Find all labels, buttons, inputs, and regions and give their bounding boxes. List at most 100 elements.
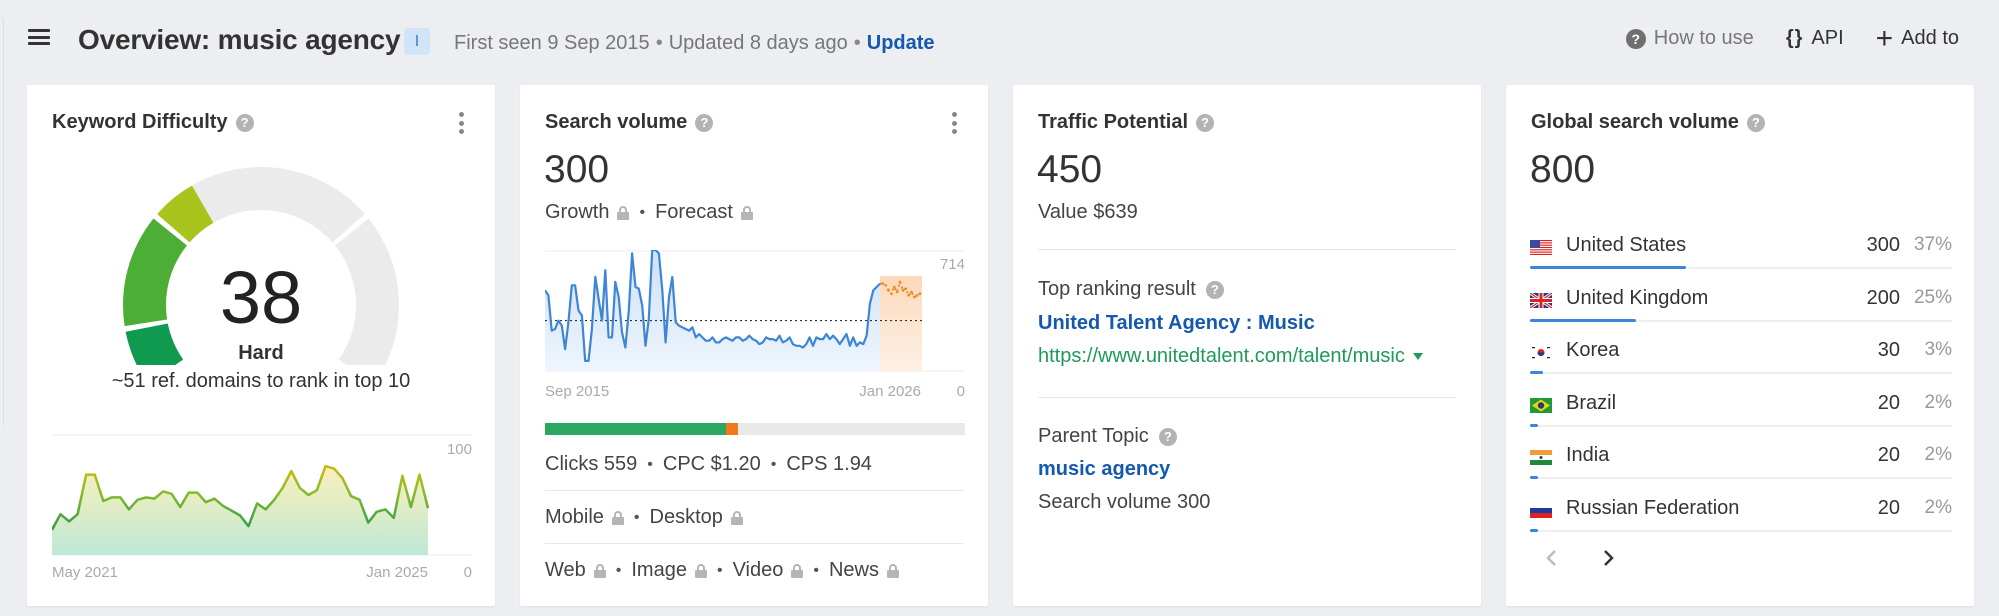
keyword-difficulty-title: Keyword Difficulty — [52, 111, 228, 133]
help-icon[interactable]: ? — [695, 113, 714, 132]
mobile-label[interactable]: Mobile — [545, 506, 604, 529]
kd-area-fill — [52, 466, 428, 555]
braces-icon: {} — [1785, 27, 1804, 49]
x-tick-start: May 2021 — [52, 564, 118, 581]
chevron-right-icon[interactable] — [1600, 547, 1616, 569]
traffic-potential-title: Traffic Potential — [1038, 111, 1189, 133]
add-to-button[interactable]: + Add to — [1875, 21, 1959, 55]
forecast-point — [898, 280, 902, 284]
search-volume-chart: 714 Sep 2015 Jan 2026 0 — [545, 250, 965, 400]
help-icon[interactable]: ? — [235, 113, 254, 132]
kd-score: 38 — [219, 256, 303, 339]
cps-value: CPS 1.94 — [786, 453, 872, 475]
share-bar-fill — [1530, 266, 1687, 269]
api-button[interactable]: {} API — [1786, 27, 1844, 50]
country-share: 2% — [1924, 496, 1952, 518]
x-tick-start: Sep 2015 — [545, 383, 609, 400]
image-label[interactable]: Image — [631, 559, 687, 582]
api-label: API — [1811, 27, 1844, 49]
growth-label[interactable]: Growth — [545, 201, 609, 224]
organic-clicks-segment — [545, 423, 726, 435]
hamburger-menu-icon[interactable] — [28, 27, 50, 47]
lock-icon — [730, 510, 743, 525]
global-search-volume-card: Global search volume ? 800 United States… — [1506, 85, 1974, 606]
chevron-left-icon[interactable] — [1544, 547, 1560, 569]
forecast-point — [918, 292, 922, 295]
search-volume-card: Search volume ? 300 Growth • Forecast 71… — [520, 85, 988, 606]
flag-kr-icon — [1530, 345, 1552, 360]
x-tick-end: Jan 2025 — [366, 564, 428, 581]
share-bar-fill — [1530, 318, 1636, 322]
top-ranking-url[interactable]: https://www.unitedtalent.com/talent/musi… — [1038, 345, 1423, 368]
forecast-point — [901, 289, 905, 292]
top-ranking-url-text[interactable]: https://www.unitedtalent.com/talent/musi… — [1038, 345, 1405, 367]
paid-clicks-segment — [725, 423, 739, 435]
caret-down-icon[interactable] — [1412, 353, 1423, 361]
desktop-label[interactable]: Desktop — [650, 506, 723, 529]
country-row[interactable]: Korea 30 3% — [1530, 332, 1952, 385]
search-volume-title: Search volume — [545, 111, 688, 133]
how-to-use-button[interactable]: ? How to use — [1625, 27, 1754, 50]
country-row[interactable]: Brazil 20 2% — [1530, 385, 1952, 438]
forecast-point — [910, 290, 913, 294]
help-icon[interactable]: ? — [1158, 427, 1177, 446]
share-bar-fill — [1530, 423, 1539, 427]
update-link[interactable]: Update — [867, 32, 935, 54]
forecast-point — [892, 285, 896, 289]
add-to-label: Add to — [1901, 27, 1959, 49]
separator-dot: • — [639, 203, 646, 221]
more-options-icon[interactable] — [457, 112, 465, 134]
country-row[interactable]: India 20 2% — [1530, 437, 1952, 490]
parent-topic-label-row: Parent Topic ? — [1038, 425, 1177, 448]
parent-topic-link[interactable]: music agency — [1038, 458, 1170, 481]
card-title: Keyword Difficulty ? — [52, 111, 254, 134]
kd-label: Hard — [238, 342, 284, 364]
traffic-value: Value $639 — [1038, 201, 1138, 223]
intent-badge[interactable]: I — [404, 28, 430, 55]
more-options-icon[interactable] — [950, 112, 958, 134]
parent-topic-label: Parent Topic — [1038, 425, 1149, 447]
page-title: Overview: music agency — [78, 24, 401, 55]
kd-history-chart: 100 May 2021 Jan 2025 0 — [52, 434, 472, 581]
share-bar-fill — [1530, 528, 1539, 532]
help-icon[interactable]: ? — [1205, 280, 1224, 299]
card-title: Traffic Potential ? — [1038, 111, 1215, 134]
share-bar-track — [1530, 477, 1952, 479]
flag-us-icon — [1530, 240, 1552, 255]
country-row[interactable]: Russian Federation 20 2% — [1530, 490, 1952, 543]
parent-topic-volume: Search volume 300 — [1038, 491, 1211, 513]
country-row[interactable]: United States 300 37% — [1530, 227, 1952, 280]
y-tick-max: 714 — [940, 256, 965, 273]
top-ranking-label: Top ranking result — [1038, 278, 1196, 300]
forecast-label[interactable]: Forecast — [655, 201, 733, 224]
lock-icon — [694, 563, 707, 578]
traffic-potential-value: 450 — [1037, 148, 1103, 191]
plus-icon: + — [1875, 21, 1894, 55]
how-to-use-label: How to use — [1653, 27, 1754, 49]
lock-icon — [740, 205, 753, 220]
kd-subtitle: ~51 ref. domains to rank in top 10 — [111, 370, 411, 392]
lock-icon — [887, 563, 899, 578]
divider — [545, 543, 963, 544]
flag-br-icon — [1530, 397, 1552, 413]
separator-dot: • — [633, 508, 640, 526]
web-label[interactable]: Web — [545, 559, 586, 582]
help-icon[interactable]: ? — [1196, 113, 1215, 132]
y-tick-max: 100 — [447, 441, 472, 458]
country-share: 3% — [1924, 339, 1952, 360]
country-row[interactable]: United Kingdom 200 25% — [1529, 280, 1952, 333]
video-label[interactable]: Video — [733, 559, 784, 582]
device-line: Mobile • Desktop — [545, 506, 743, 529]
top-ranking-title-link[interactable]: United Talent Agency : Music — [1038, 312, 1315, 335]
divider — [545, 490, 963, 491]
lock-icon — [617, 205, 630, 220]
help-icon[interactable]: ? — [1746, 113, 1765, 132]
separator-dot: • — [813, 561, 819, 579]
clicks-value: Clicks 559 — [545, 453, 638, 475]
pager — [1544, 547, 1616, 569]
forecast-point — [907, 294, 910, 297]
country-share: 2% — [1924, 391, 1952, 413]
country-name: Brazil — [1566, 391, 1617, 414]
separator-dot: • — [716, 561, 723, 579]
news-label[interactable]: News — [829, 559, 879, 582]
